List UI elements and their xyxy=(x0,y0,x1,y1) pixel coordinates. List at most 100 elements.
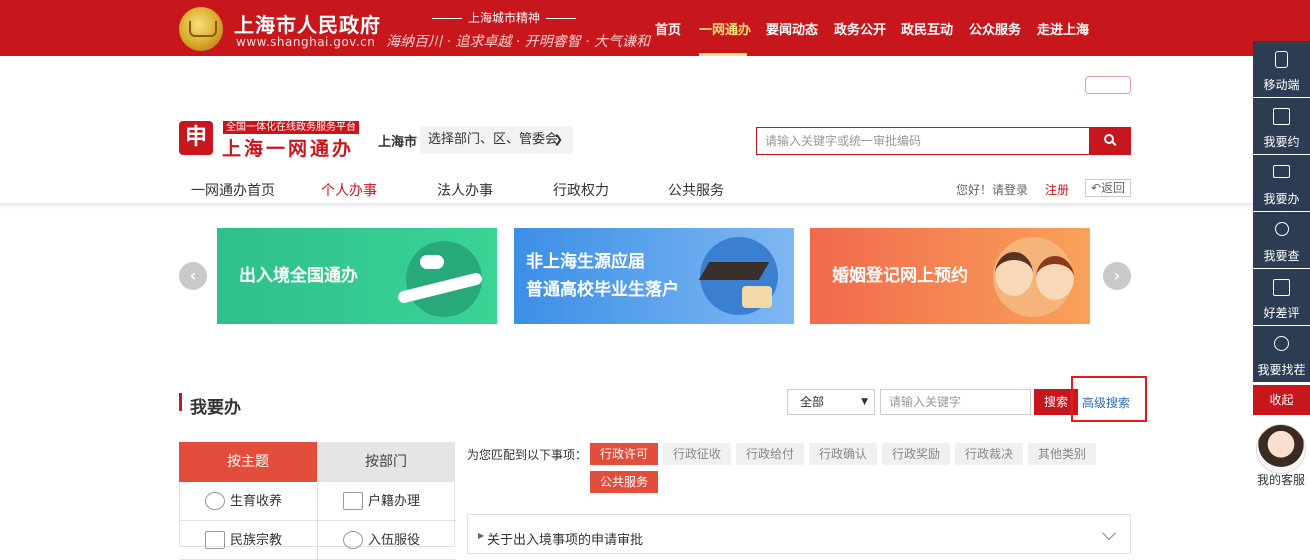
carousel-prev-button[interactable]: ‹ xyxy=(179,262,207,290)
site-title[interactable]: 上海市人民政府 xyxy=(234,9,381,38)
chevron-down-icon: ❯ xyxy=(553,133,563,146)
keyword-input[interactable]: 请输入关键字 xyxy=(880,389,1031,415)
edit-icon xyxy=(1273,279,1290,296)
sidebar-item-rating[interactable]: 好差评 xyxy=(1253,269,1310,325)
list-item-title[interactable]: 关于出入境事项的申请审批 xyxy=(487,529,643,548)
theme-grid: 生育收养 户籍办理 民族宗教 入伍服役 xyxy=(179,482,456,560)
dept-select-label: 选择部门、区、管委会 xyxy=(428,132,559,147)
subnav-home[interactable]: 一网通办首页 xyxy=(191,180,275,200)
government-emblem-icon[interactable] xyxy=(179,7,223,51)
baby-icon xyxy=(205,492,225,510)
id-card-icon xyxy=(343,492,363,510)
tag-admin-payment[interactable]: 行政给付 xyxy=(736,443,804,465)
city-label: 上海市 xyxy=(378,135,418,150)
banner-text-line1: 非上海生源应届 xyxy=(526,252,645,272)
tag-admin-ruling[interactable]: 行政裁决 xyxy=(955,443,1023,465)
banner-graduate-settlement[interactable]: 非上海生源应届 普通高校毕业生落户 xyxy=(514,228,794,324)
calendar-check-icon xyxy=(1273,108,1290,125)
topnav-about-shanghai[interactable]: 走进上海 xyxy=(1037,19,1089,38)
banner-text-line2: 普通高校毕业生落户 xyxy=(526,280,679,300)
customer-service-label[interactable]: 我的客服 xyxy=(1257,471,1305,488)
portal-title[interactable]: 上海一网通办 xyxy=(222,134,354,161)
tab-by-theme[interactable]: 按主题 xyxy=(179,442,317,482)
subnav-admin-power[interactable]: 行政权力 xyxy=(553,180,609,200)
login-prompt-link[interactable]: 您好！请登录 xyxy=(956,181,1028,198)
back-button[interactable]: ↶返回 xyxy=(1085,179,1131,197)
tag-admin-reward[interactable]: 行政奖励 xyxy=(882,443,950,465)
site-url: www.shanghai.gov.cn xyxy=(236,35,376,49)
section-title-bar xyxy=(179,393,182,411)
sidebar-item-report-issue[interactable]: 我要找茬 xyxy=(1253,326,1310,382)
sidebar-item-apply[interactable]: 我要办 xyxy=(1253,155,1310,211)
nav-divider xyxy=(0,203,1253,209)
topnav-gov-open[interactable]: 政务公开 xyxy=(834,19,886,38)
dropdown-triangle-icon: ▼ xyxy=(861,397,868,407)
banner-marriage-registration[interactable]: 婚姻登记网上预约 xyxy=(810,228,1090,324)
temple-icon xyxy=(205,531,225,549)
portal-subtitle: 全国一体化在线政务服务平台 xyxy=(223,121,359,134)
banner-exit-entry[interactable]: 出入境全国通办 xyxy=(217,228,497,324)
subnav-personal[interactable]: 个人办事 xyxy=(321,180,377,200)
customer-service-avatar[interactable] xyxy=(1256,424,1306,474)
dept-select-dropdown[interactable]: 选择部门、区、管委会 ❯ xyxy=(420,126,573,154)
mobile-phone-icon xyxy=(1275,51,1288,68)
magnifier-icon xyxy=(1274,336,1289,351)
city-spirit-text: 海纳百川 · 追求卓越 · 开明睿智 · 大气谦和 xyxy=(386,34,651,50)
cap-board xyxy=(698,262,770,280)
topnav-home[interactable]: 首页 xyxy=(655,19,681,38)
category-select[interactable]: 全部 ▼ xyxy=(787,389,875,415)
register-link[interactable]: 注册 xyxy=(1045,181,1069,198)
diploma-scroll xyxy=(742,286,772,308)
list-search-icon xyxy=(1275,222,1289,236)
bride-face xyxy=(1036,256,1074,300)
tag-admin-confirmation[interactable]: 行政确认 xyxy=(809,443,877,465)
main-search-button[interactable] xyxy=(1090,127,1131,155)
sidebar-label: 我要约 xyxy=(1263,135,1300,149)
topnav-yiwangtongban[interactable]: 一网通办 xyxy=(699,19,751,38)
sidebar-collapse-button[interactable]: 收起 xyxy=(1253,385,1310,415)
tag-admin-levy[interactable]: 行政征收 xyxy=(663,443,731,465)
theme-item-birth-adoption[interactable]: 生育收养 xyxy=(180,482,318,521)
match-label: 为您匹配到以下事项： xyxy=(467,448,588,462)
back-label: 返回 xyxy=(1101,181,1126,195)
section-title: 我要办 xyxy=(190,398,241,418)
sidebar-item-appointment[interactable]: 我要约 xyxy=(1253,98,1310,154)
tab-by-dept[interactable]: 按部门 xyxy=(317,442,455,482)
sidebar-item-query[interactable]: 我要查 xyxy=(1253,212,1310,268)
category-select-value: 全部 xyxy=(800,395,825,409)
monitor-icon xyxy=(1273,165,1290,178)
yiwangtongban-logo[interactable]: 申 xyxy=(179,121,213,155)
sidebar-item-mobile[interactable]: 移动端 xyxy=(1253,41,1310,97)
subnav-legal-person[interactable]: 法人办事 xyxy=(437,180,493,200)
topnav-public-service[interactable]: 公众服务 xyxy=(969,19,1021,38)
tag-admin-license[interactable]: 行政许可 xyxy=(590,443,658,465)
caret-right-icon: ▶ xyxy=(478,531,485,540)
groom-face xyxy=(995,252,1033,296)
theme-label: 户籍办理 xyxy=(368,494,421,509)
sidebar-label: 我要办 xyxy=(1263,192,1300,206)
tag-public-service[interactable]: 公共服务 xyxy=(590,471,658,493)
subnav-public-service[interactable]: 公共服务 xyxy=(668,180,724,200)
advanced-search-link[interactable]: 高级搜索 xyxy=(1082,394,1130,411)
topnav-active-underline xyxy=(699,53,747,56)
theme-label: 民族宗教 xyxy=(230,533,283,548)
back-arrow-icon: ↶ xyxy=(1090,181,1102,195)
search-icon xyxy=(1104,134,1114,144)
theme-item-ethnic-religion[interactable]: 民族宗教 xyxy=(180,521,318,560)
theme-label: 生育收养 xyxy=(230,494,283,509)
tag-other[interactable]: 其他类别 xyxy=(1028,443,1096,465)
sidebar-label: 我要找茬 xyxy=(1257,363,1306,377)
small-outline-button[interactable] xyxy=(1085,76,1131,94)
carousel-next-button[interactable]: › xyxy=(1103,262,1131,290)
military-cap-icon xyxy=(343,531,363,549)
theme-item-household[interactable]: 户籍办理 xyxy=(318,482,456,521)
theme-item-military[interactable]: 入伍服役 xyxy=(318,521,456,560)
topnav-interaction[interactable]: 政民互动 xyxy=(901,19,953,38)
sidebar-label: 我要查 xyxy=(1263,249,1300,263)
sidebar-label: 好差评 xyxy=(1263,306,1300,320)
theme-label: 入伍服役 xyxy=(368,533,421,548)
topnav-news[interactable]: 要闻动态 xyxy=(766,19,818,38)
sidebar-label: 移动端 xyxy=(1263,78,1300,92)
banner-text: 出入境全国通办 xyxy=(239,266,358,286)
main-search-input[interactable]: 请输入关键字或统一审批编码 xyxy=(756,127,1090,155)
